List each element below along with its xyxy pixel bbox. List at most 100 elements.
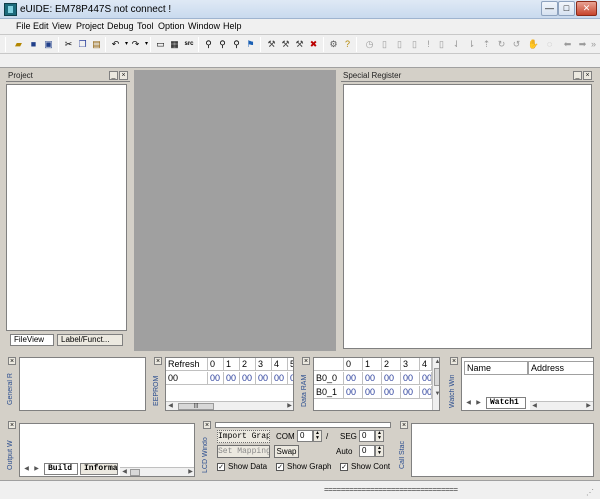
com-spinner[interactable]: ▲ ▼: [313, 430, 322, 442]
auto-input[interactable]: 0: [359, 445, 375, 457]
window-icon[interactable]: ▭: [154, 38, 167, 51]
redo-dropdown-icon[interactable]: ▾: [140, 38, 153, 51]
data-ram-close-button[interactable]: ×: [302, 357, 310, 365]
save-icon[interactable]: ■: [27, 38, 40, 51]
watch-close-button[interactable]: ×: [450, 357, 458, 365]
set-mapping-button[interactable]: Set Mapping: [217, 445, 270, 458]
copy-icon[interactable]: ❐: [76, 38, 89, 51]
watch-name-header[interactable]: Name: [464, 361, 528, 375]
scroll-up-icon[interactable]: ▲: [433, 358, 439, 367]
output-view[interactable]: ◀ ▶ Build Informa ◀ ▶: [19, 423, 195, 477]
eeprom-cell[interactable]: 00: [208, 372, 224, 385]
back-arrow-icon[interactable]: ⬅: [561, 38, 574, 51]
menu-edit[interactable]: Edit: [33, 21, 49, 31]
seg-spinner[interactable]: ▲ ▼: [375, 430, 384, 442]
menu-debug[interactable]: Debug: [107, 21, 134, 31]
reload-icon[interactable]: ↺: [510, 38, 523, 51]
open-icon[interactable]: ▰: [12, 38, 25, 51]
data-ram-cell[interactable]: 00: [420, 386, 432, 399]
scroll-thumb[interactable]: [434, 368, 439, 386]
stop-build-icon[interactable]: ✖: [307, 38, 320, 51]
special-register-minimize-button[interactable]: _: [573, 71, 582, 80]
eeprom-hscroll[interactable]: ◀ ||| ▶: [166, 401, 293, 410]
data-ram-cell[interactable]: 00: [363, 386, 382, 399]
data-ram-tab[interactable]: Data RAM: [301, 370, 311, 412]
reset-icon[interactable]: ▯: [378, 38, 391, 51]
eeprom-cell[interactable]: 00: [256, 372, 272, 385]
data-ram-grid[interactable]: 0 1 2 3 4 B0_0 00 00 00 00 00 B0_1 00 00…: [313, 357, 440, 411]
menu-window[interactable]: Window: [188, 21, 220, 31]
lcd-close-button[interactable]: ×: [203, 421, 211, 429]
data-ram-cell[interactable]: 00: [344, 386, 363, 399]
eeprom-cell[interactable]: 00: [272, 372, 288, 385]
project-tree[interactable]: [6, 84, 127, 331]
menu-file[interactable]: File: [16, 21, 31, 31]
tab-label-function[interactable]: Label/Funct...: [57, 334, 123, 346]
eeprom-tab[interactable]: EEPROM: [153, 372, 163, 410]
call-stack-close-button[interactable]: ×: [400, 421, 408, 429]
close-button[interactable]: ✕: [576, 1, 597, 16]
find-icon[interactable]: ⚲: [202, 38, 215, 51]
tab-scroll-left-icon[interactable]: ◀: [464, 399, 473, 408]
bookmark-icon[interactable]: ⚑: [244, 38, 257, 51]
save-all-icon[interactable]: ▣: [42, 38, 55, 51]
scroll-right-icon[interactable]: ▶: [186, 468, 194, 476]
data-ram-cell[interactable]: 00: [401, 372, 420, 385]
special-register-close-button[interactable]: ×: [583, 71, 592, 80]
show-graph-checkbox[interactable]: ✓: [276, 463, 284, 471]
data-ram-cell[interactable]: 00: [382, 386, 401, 399]
general-register-tab[interactable]: General R: [7, 367, 17, 412]
output-hscroll[interactable]: ◀ ▶: [120, 467, 194, 476]
stop-icon[interactable]: ▯: [408, 38, 421, 51]
call-stack-tab[interactable]: Call Stac: [399, 433, 409, 477]
com-input[interactable]: 0: [297, 430, 313, 442]
general-register-view[interactable]: [19, 357, 146, 411]
general-close-button[interactable]: ×: [8, 357, 16, 365]
output-window-tab[interactable]: Output W: [7, 433, 17, 477]
run-icon[interactable]: ◷: [363, 38, 376, 51]
maximize-button[interactable]: □: [558, 1, 575, 16]
eeprom-grid[interactable]: Refresh 0 1 2 3 4 5 00 00 00 00 00 00 00…: [165, 357, 294, 411]
swap-button[interactable]: Swap: [274, 445, 299, 458]
eeprom-refresh-button[interactable]: Refresh: [166, 358, 208, 371]
hand-icon[interactable]: ✋: [527, 38, 540, 51]
tab-fileview[interactable]: FileView: [10, 334, 54, 346]
rebuild-icon[interactable]: ⚒: [293, 38, 306, 51]
tab-watch1[interactable]: Watch1: [486, 397, 526, 409]
more-icon[interactable]: »: [589, 38, 598, 51]
eeprom-cell[interactable]: 00: [224, 372, 240, 385]
watch-window-tab[interactable]: Watch Win: [449, 370, 459, 412]
tab-scroll-left-icon[interactable]: ◀: [22, 465, 31, 474]
find-prev-icon[interactable]: ⚲: [230, 38, 243, 51]
run-to-cursor-icon[interactable]: ↻: [495, 38, 508, 51]
minimize-button[interactable]: —: [541, 1, 558, 16]
tab-scroll-right-icon[interactable]: ▶: [474, 399, 483, 408]
break-icon[interactable]: !: [422, 38, 435, 51]
forward-arrow-icon[interactable]: ➡: [576, 38, 589, 51]
scroll-right-icon[interactable]: ▶: [584, 402, 593, 410]
show-cont-checkbox[interactable]: ✓: [340, 463, 348, 471]
project-minimize-button[interactable]: _: [109, 71, 118, 80]
step-into-icon[interactable]: ⇃: [450, 38, 463, 51]
data-ram-cell[interactable]: 00: [363, 372, 382, 385]
show-data-checkbox[interactable]: ✓: [217, 463, 225, 471]
watch-hscroll[interactable]: ◀ ▶: [530, 401, 593, 410]
scroll-left-icon[interactable]: ◀: [120, 468, 129, 476]
breakpoint-icon[interactable]: ◌: [543, 38, 556, 51]
data-ram-cell[interactable]: 00: [420, 372, 432, 385]
scroll-thumb[interactable]: |||: [178, 403, 214, 410]
tab-information[interactable]: Informa: [80, 463, 118, 475]
menu-help[interactable]: Help: [223, 21, 242, 31]
window-tile-icon[interactable]: ▦: [168, 38, 181, 51]
cut-icon[interactable]: ✂: [62, 38, 75, 51]
menu-option[interactable]: Option: [158, 21, 185, 31]
eeprom-close-button[interactable]: ×: [154, 357, 162, 365]
go-icon[interactable]: ▯: [435, 38, 448, 51]
data-ram-cell[interactable]: 00: [382, 372, 401, 385]
eeprom-cell[interactable]: 00: [240, 372, 256, 385]
step-icon[interactable]: ▯: [393, 38, 406, 51]
scroll-left-icon[interactable]: ◀: [530, 402, 539, 410]
menu-view[interactable]: View: [52, 21, 71, 31]
src-icon[interactable]: src: [181, 38, 197, 51]
help-icon[interactable]: ?: [341, 38, 354, 51]
